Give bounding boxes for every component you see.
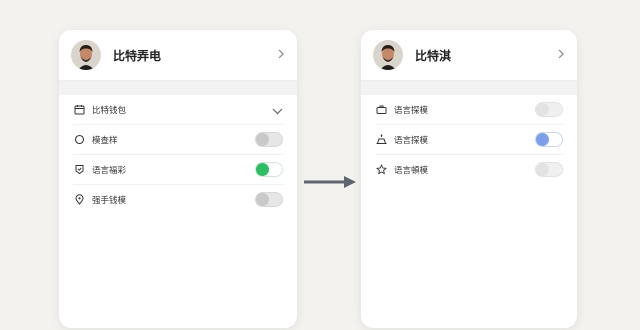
profile-name: 比特淇: [415, 48, 452, 63]
toggle-switch[interactable]: [255, 132, 283, 147]
toggle-switch[interactable]: [535, 132, 563, 147]
section-divider: [59, 81, 297, 95]
circle-icon: [73, 134, 85, 146]
profile-name: 比特弄电: [113, 48, 162, 63]
list-item: 语言探模: [375, 125, 563, 155]
profile-header[interactable]: 比特弄电: [59, 30, 297, 81]
toggle-switch[interactable]: [255, 162, 283, 177]
list-item: 语言探模: [375, 95, 563, 125]
list-item: 强手钱模: [73, 185, 283, 214]
arrow-right-icon: [304, 176, 356, 188]
list-item-label: 语言探模: [394, 135, 429, 146]
list-item-label: 模查样: [92, 135, 118, 146]
robot-icon: [375, 134, 387, 146]
list-item-label: 语言探模: [394, 105, 429, 116]
location-pin-icon: [73, 194, 85, 206]
list-item-label: 语言福彩: [92, 165, 127, 176]
list-item: 语言頓模: [375, 155, 563, 184]
settings-list: 比特钱包 模查样 语言福彩 强手钱模: [59, 95, 297, 214]
list-item: 模查样: [73, 125, 283, 155]
tag-icon: [73, 164, 85, 176]
toggle-switch[interactable]: [255, 192, 283, 207]
calendar-icon: [73, 104, 85, 116]
toggle-switch[interactable]: [535, 102, 563, 117]
list-item: 语言福彩: [73, 155, 283, 185]
briefcase-icon: [375, 104, 387, 116]
profile-header[interactable]: 比特淇: [361, 30, 577, 81]
settings-list: 语言探模 语言探模 语言頓模: [361, 95, 577, 184]
chevron-right-icon[interactable]: [557, 48, 565, 62]
star-icon: [375, 164, 387, 176]
avatar: [71, 40, 101, 70]
list-item-label: 比特钱包: [92, 105, 127, 116]
settings-panel-left: 比特弄电 比特钱包 模查样 语言福彩 强手钱模: [59, 30, 297, 328]
chevron-right-icon[interactable]: [277, 48, 285, 62]
section-divider: [361, 81, 577, 95]
list-item[interactable]: 比特钱包: [73, 95, 283, 125]
chevron-down-icon[interactable]: [272, 100, 283, 119]
avatar: [373, 40, 403, 70]
settings-panel-right: 比特淇 语言探模 语言探模 语言頓模: [361, 30, 577, 328]
list-item-label: 强手钱模: [92, 195, 127, 206]
list-item-label: 语言頓模: [394, 165, 429, 176]
toggle-switch[interactable]: [535, 162, 563, 177]
